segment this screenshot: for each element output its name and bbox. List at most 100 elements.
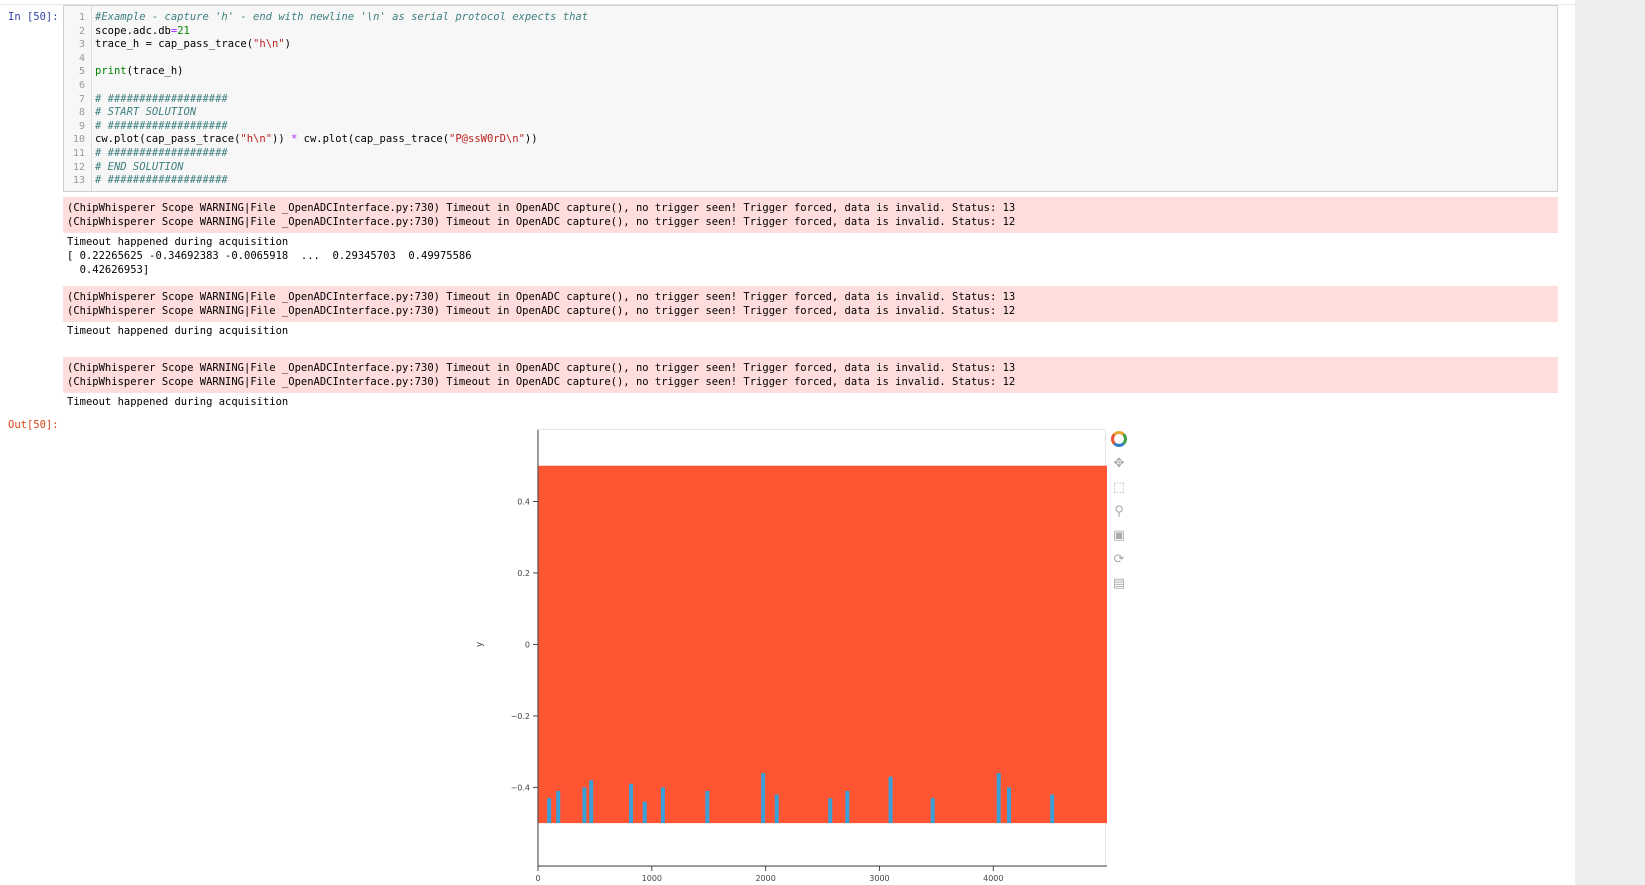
x-tick-label: 3000 [869, 874, 889, 883]
trace-chart[interactable]: −0.4 −0.2 0 0.2 0.4 0 1000 2000 3000 4000 y [460, 420, 1180, 885]
warning-line: (ChipWhisperer Scope WARNING|File _OpenA… [67, 362, 1016, 374]
x-tick-label: 1000 [642, 874, 662, 883]
line-number: 13 [72, 175, 85, 187]
code-token: scope.adc.db [95, 24, 171, 37]
line-number: 4 [78, 52, 85, 64]
code-text: # ################### [95, 93, 228, 106]
line-number: 8 [78, 107, 85, 119]
y-tick-label: −0.2 [511, 712, 530, 721]
code-text: print(trace_h) [95, 65, 184, 78]
warning-line: (ChipWhisperer Scope WARNING|File _OpenA… [67, 305, 1016, 317]
code-text: # ################### [95, 147, 228, 160]
stderr-output: (ChipWhisperer Scope WARNING|File _OpenA… [63, 197, 1558, 233]
trace-spike [761, 773, 766, 824]
code-text: # ################### [95, 120, 228, 133]
line-number: 2 [78, 25, 85, 37]
code-text: # ################### [95, 174, 228, 187]
code-token: trace_h = cap_pass_trace( [95, 38, 254, 51]
code-token: (trace_h) [126, 65, 184, 78]
bokeh-logo-icon [1110, 430, 1128, 448]
code-token: "h\n" [240, 133, 273, 146]
input-prompt: In [50]: [8, 11, 59, 23]
trace-spike [774, 794, 779, 824]
scrollbar-region[interactable] [1575, 0, 1645, 885]
code-token: #Example - capture 'h' - end with newlin… [95, 11, 589, 23]
code-token: # ################### [95, 147, 228, 159]
trace-spike [582, 787, 587, 824]
pan-icon[interactable]: ✥ [1110, 454, 1128, 472]
stdout-line: 0.42626953] [67, 264, 150, 276]
code-token: # START SOLUTION [95, 106, 197, 119]
line-number: 6 [78, 80, 85, 91]
y-tick-label: −0.4 [511, 783, 530, 792]
line-number: 7 [78, 93, 85, 105]
code-token: "P@ssW0rD\n" [449, 133, 525, 146]
stdout-line: Timeout happened during acquisition [67, 325, 289, 337]
y-tick-label: 0 [525, 640, 530, 649]
code-token: cw.plot(cap_pass_trace( [297, 133, 450, 146]
trace-spike [547, 798, 552, 824]
code-text: trace_h = cap_pass_trace("h\n") [95, 38, 291, 51]
line-number: 9 [78, 120, 85, 132]
save-icon[interactable]: ▣ [1110, 526, 1128, 544]
trace-spike [930, 798, 935, 824]
x-tick-label: 0 [535, 874, 540, 883]
warning-line: (ChipWhisperer Scope WARNING|File _OpenA… [67, 376, 1016, 388]
warning-line: (ChipWhisperer Scope WARNING|File _OpenA… [67, 291, 1016, 303]
x-tick-label: 2000 [755, 874, 775, 883]
line-number: 12 [72, 161, 85, 173]
trace-spike [996, 773, 1001, 824]
stdout-output: Timeout happened during acquisition [63, 395, 1558, 409]
y-axis-label: y [475, 641, 485, 647]
stdout-line: Timeout happened during acquisition [67, 396, 289, 408]
line-number: 10 [72, 134, 85, 146]
trace-spike [705, 790, 710, 824]
code-cell[interactable]: 1 #Example - capture 'h' - end with newli… [63, 5, 1558, 192]
code-text: cw.plot(cap_pass_trace("h\n")) * cw.plot… [95, 133, 538, 146]
wheel-zoom-icon[interactable]: ⚲ [1110, 502, 1128, 520]
warning-line: (ChipWhisperer Scope WARNING|File _OpenA… [67, 202, 1016, 214]
code-text: scope.adc.db=21 [95, 25, 190, 38]
trace-spike [589, 780, 594, 824]
plot-toolbar: ✥ ⬚ ⚲ ▣ ⟳ ▤ [1110, 430, 1130, 598]
line-number: 3 [78, 39, 85, 51]
code-text: # START SOLUTION [95, 106, 196, 119]
stdout-line: Timeout happened during acquisition [67, 236, 289, 248]
code-token: # END SOLUTION [95, 160, 184, 173]
code-token: # ################### [95, 174, 228, 187]
reset-icon[interactable]: ⟳ [1110, 550, 1128, 568]
line-number: 5 [78, 66, 85, 78]
line-number: 1 [78, 12, 85, 23]
trace-spike [660, 787, 665, 824]
code-text: #Example - capture 'h' - end with newlin… [95, 11, 588, 24]
x-tick-label: 4000 [983, 874, 1003, 883]
stderr-output: (ChipWhisperer Scope WARNING|File _OpenA… [63, 286, 1558, 322]
code-token: cw.plot(cap_pass_trace( [95, 133, 241, 146]
trace-spike [1006, 787, 1011, 824]
trace-spike [888, 776, 893, 824]
code-token: # ################### [95, 119, 228, 132]
code-token: # ################### [95, 92, 228, 105]
trace-spike [845, 790, 850, 824]
code-text: # END SOLUTION [95, 161, 184, 174]
trace-spike [642, 801, 647, 824]
box-zoom-icon[interactable]: ⬚ [1110, 478, 1128, 496]
trace-spike [556, 790, 561, 824]
stdout-output: Timeout happened during acquisition [63, 324, 1558, 338]
code-token: )) [524, 133, 538, 146]
trace-fill-area [538, 465, 1107, 824]
output-prompt: Out[50]: [8, 419, 59, 431]
line-number: 11 [72, 148, 85, 159]
stderr-output: (ChipWhisperer Scope WARNING|File _OpenA… [63, 357, 1558, 393]
code-token: )) [272, 133, 291, 146]
code-token: ) [284, 38, 291, 51]
code-token: "h\n" [253, 38, 285, 51]
warning-line: (ChipWhisperer Scope WARNING|File _OpenA… [67, 216, 1016, 228]
hover-icon[interactable]: ▤ [1110, 574, 1128, 592]
code-token: 21 [177, 24, 190, 37]
trace-spike [1050, 794, 1055, 824]
stdout-line: [ 0.22265625 -0.34692383 -0.0065918 ... … [67, 250, 472, 262]
stdout-output: Timeout happened during acquisition [ 0.… [63, 235, 1558, 277]
trace-spike [629, 783, 634, 824]
trace-spike [828, 798, 833, 824]
